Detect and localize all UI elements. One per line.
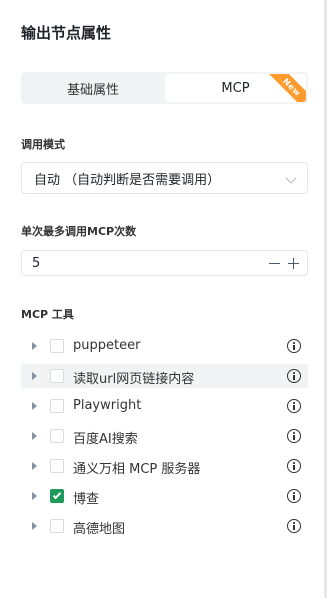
caret-right-icon[interactable] [32,492,37,500]
info-icon-dot [293,522,295,524]
new-badge: New [265,74,306,102]
info-icon[interactable] [287,519,301,533]
mcp-tool-row[interactable]: 读取url网页链接内容 [21,364,308,388]
info-icon-bar [293,345,295,350]
mcp-tool-checkbox[interactable] [50,399,64,413]
caret-right-icon[interactable] [32,432,37,440]
caret-right-icon[interactable] [32,522,37,530]
mcp-tool-name: 博查 [73,492,100,507]
info-icon-dot [293,372,295,374]
mcp-tool-checkbox[interactable] [50,519,64,533]
info-icon-dot [293,342,295,344]
mcp-tool-row[interactable]: Playwright [21,394,308,418]
check-icon [52,490,62,500]
info-icon[interactable] [287,339,301,353]
mcp-tool-name: 高德地图 [73,522,126,537]
node-properties-panel: 输出节点属性 基础属性 MCP New 调用模式 自动 （自动判断是否需要调用）… [0,0,327,598]
info-icon-bar [293,495,295,500]
tab-basic-properties[interactable]: 基础属性 [23,74,163,102]
info-icon[interactable] [287,489,301,503]
mcp-tool-checkbox[interactable] [50,429,64,443]
info-icon-bar [293,435,295,440]
plus-icon[interactable] [284,253,304,275]
call-mode-select[interactable]: 自动 （自动判断是否需要调用） [21,162,308,194]
mcp-tools-label: MCP 工具 [21,308,74,321]
mcp-tool-name: 百度AI搜索 [73,432,138,447]
mcp-tool-row[interactable]: 通义万相 MCP 服务器 [21,454,308,478]
mcp-tool-row[interactable]: 博查 [21,484,308,508]
info-icon-bar [293,525,295,530]
mcp-tool-checkbox[interactable] [50,339,64,353]
chevron-down-icon [285,172,297,184]
plus-icon-v [292,258,295,269]
mcp-tool-checkbox[interactable] [50,369,64,383]
mcp-tool-row[interactable]: 高德地图 [21,514,308,538]
max-calls-label: 单次最多调用MCP次数 [21,225,137,238]
mcp-tool-name: 读取url网页链接内容 [73,372,195,387]
info-icon-dot [293,432,295,434]
info-icon[interactable] [287,429,301,443]
caret-right-icon[interactable] [32,372,37,380]
caret-right-icon[interactable] [32,342,37,350]
tab-mcp-label: MCP [221,80,250,96]
max-calls-value[interactable]: 5 [32,256,40,271]
minus-icon[interactable] [269,263,280,265]
mcp-tool-name: 通义万相 MCP 服务器 [73,462,201,477]
mcp-tool-row[interactable]: puppeteer [21,334,308,358]
call-mode-label: 调用模式 [21,138,65,151]
info-icon-dot [293,492,295,494]
mcp-tool-name: puppeteer [73,338,141,353]
caret-right-icon[interactable] [32,402,37,410]
tab-mcp[interactable]: MCP New [165,74,306,102]
caret-right-icon[interactable] [32,462,37,470]
info-icon-dot [293,462,295,464]
info-icon-dot [293,402,295,404]
mcp-tool-checkbox[interactable] [50,459,64,473]
info-icon-bar [293,375,295,380]
tab-bar: 基础属性 MCP New [21,72,308,104]
mcp-tool-row[interactable]: 百度AI搜索 [21,424,308,448]
mcp-tool-checkbox[interactable] [50,489,64,503]
max-calls-stepper[interactable]: 5 [21,250,308,276]
info-icon[interactable] [287,459,301,473]
info-icon-bar [293,465,295,470]
info-icon[interactable] [287,399,301,413]
panel-title: 输出节点属性 [21,24,112,42]
call-mode-value: 自动 （自动判断是否需要调用） [34,172,221,188]
info-icon-bar [293,405,295,410]
info-icon[interactable] [287,369,301,383]
mcp-tool-name: Playwright [73,398,142,413]
